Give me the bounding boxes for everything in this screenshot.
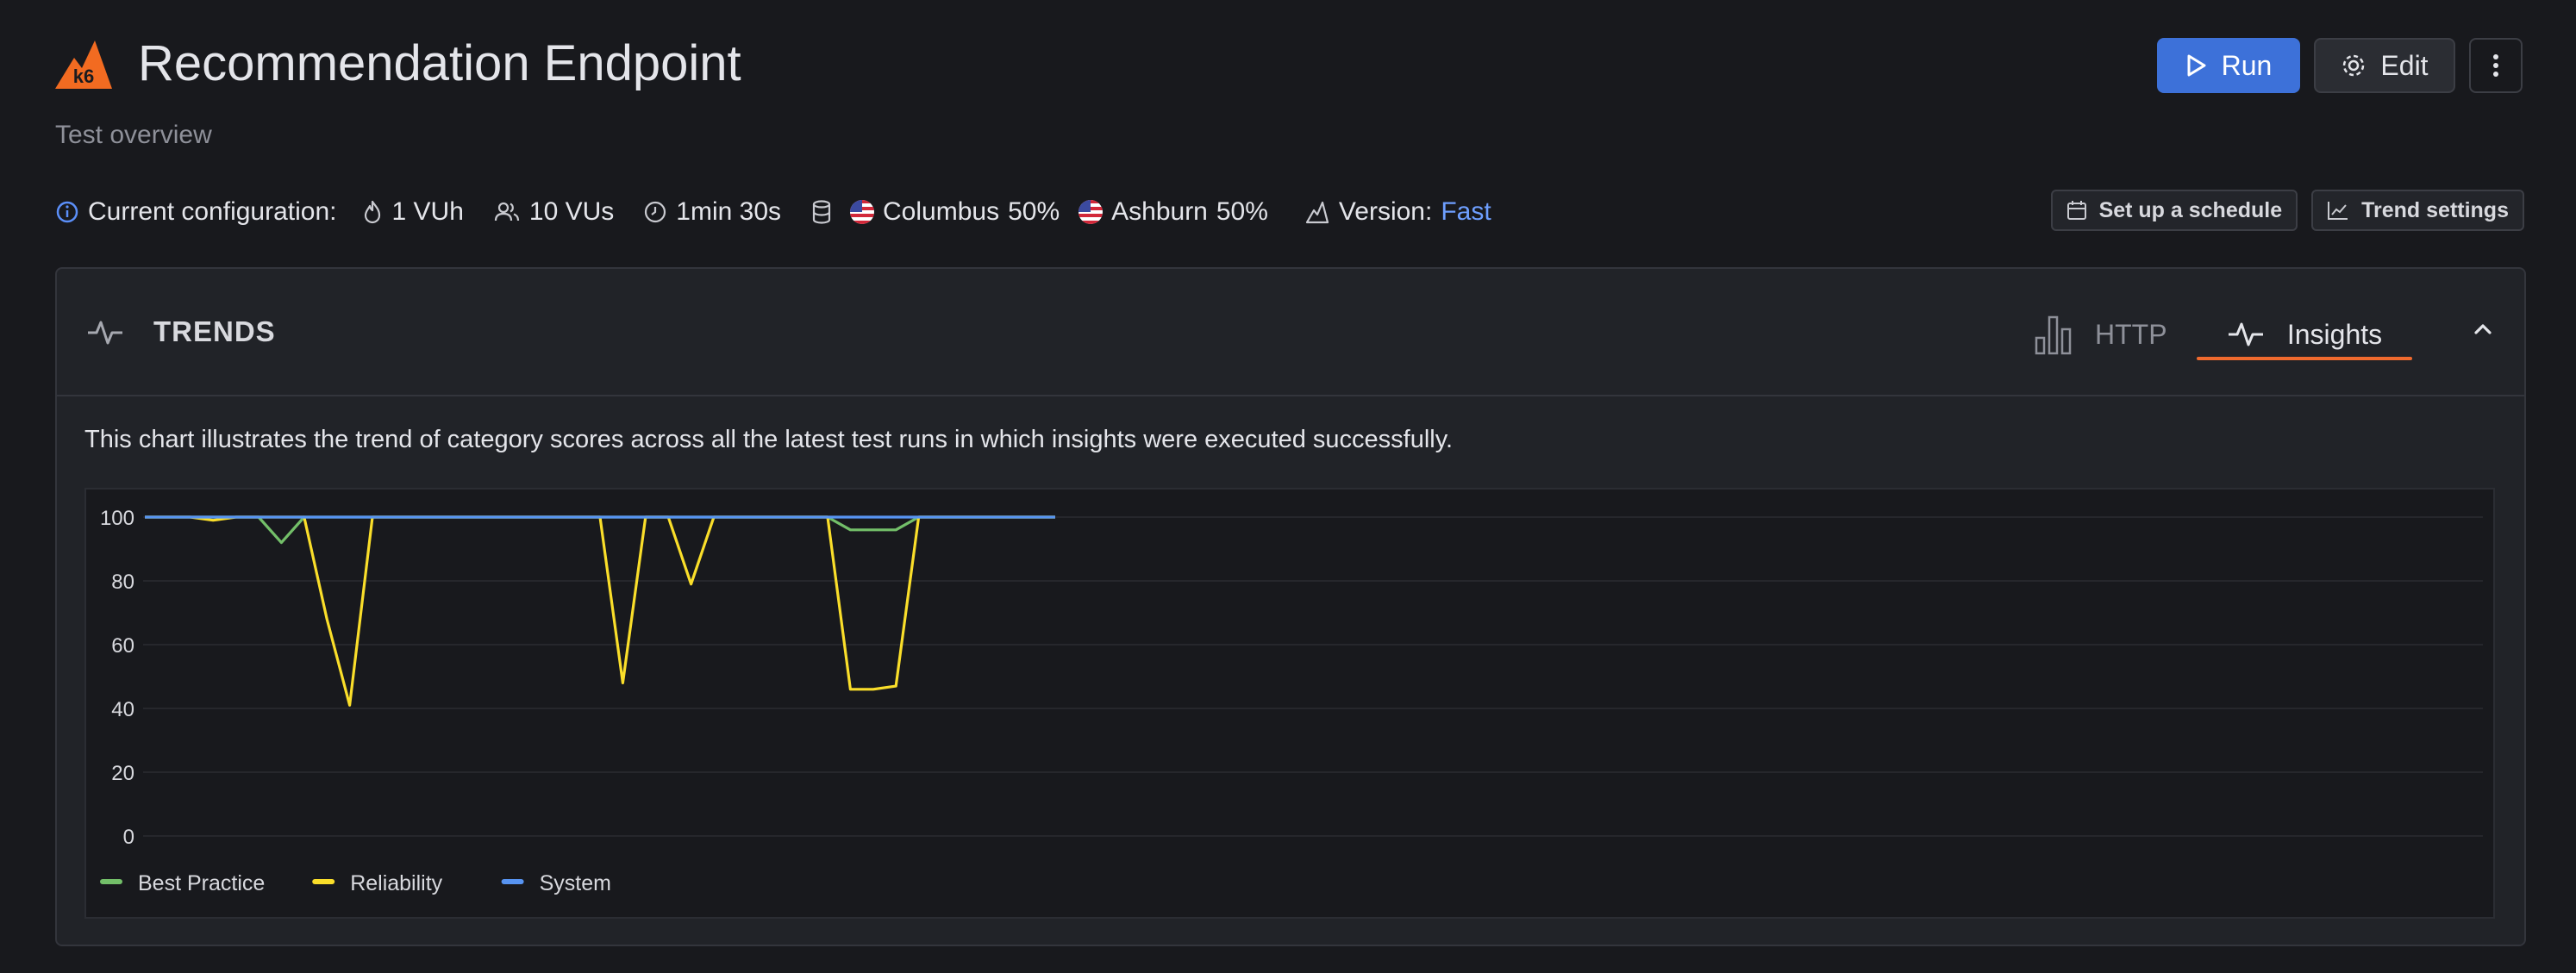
bar-chart-icon bbox=[2035, 315, 2072, 355]
tab-insights[interactable]: Insights bbox=[2197, 307, 2412, 362]
config-vuh-value: 1 VUh bbox=[391, 197, 464, 226]
svg-text:k6: k6 bbox=[73, 65, 94, 87]
flame-icon bbox=[364, 200, 380, 224]
tab-insights-label: Insights bbox=[2286, 318, 2383, 350]
location-columbus: Columbus 50% bbox=[850, 197, 1060, 227]
clock-icon bbox=[645, 201, 666, 223]
config-duration-value: 1min 30s bbox=[676, 197, 782, 226]
legend-label: Best Practice bbox=[138, 871, 265, 895]
config-duration: 1min 30s bbox=[643, 197, 781, 227]
more-options-button[interactable] bbox=[2469, 38, 2523, 93]
page-header: k6 Recommendation Endpoint bbox=[55, 34, 741, 92]
trend-settings-button[interactable]: Trend settings bbox=[2311, 190, 2524, 231]
config-vus: 10 VUs bbox=[493, 197, 614, 227]
location-share: 50% bbox=[1008, 197, 1060, 226]
database-icon bbox=[812, 200, 831, 224]
gear-icon bbox=[2343, 54, 2365, 77]
config-version: Version: Fast bbox=[1304, 197, 1491, 227]
tab-http[interactable]: HTTP bbox=[2035, 307, 2167, 362]
activity-icon bbox=[2228, 322, 2263, 346]
run-button[interactable]: Run bbox=[2157, 38, 2300, 93]
trend-settings-label: Trend settings bbox=[2361, 197, 2509, 222]
chevron-up-icon[interactable] bbox=[2471, 317, 2495, 341]
edit-button-label: Edit bbox=[2380, 49, 2429, 81]
legend-swatch bbox=[100, 879, 122, 884]
line-chart-icon bbox=[2328, 202, 2348, 220]
trends-panel: TRENDS HTTP Insights This chart illustra… bbox=[55, 267, 2526, 946]
tab-http-label: HTTP bbox=[2095, 318, 2167, 350]
trend-actions: Set up a schedule Trend settings bbox=[2050, 190, 2524, 231]
version-link[interactable]: Fast bbox=[1441, 197, 1491, 227]
page-title: Recommendation Endpoint bbox=[138, 35, 741, 91]
activity-icon bbox=[88, 321, 122, 345]
us-flag-icon bbox=[850, 200, 875, 224]
series-line-reliability bbox=[145, 515, 1055, 707]
location-ashburn: Ashburn 50% bbox=[1079, 197, 1268, 227]
legend-label: Reliability bbox=[350, 871, 442, 895]
location-name: Ashburn bbox=[1111, 197, 1208, 226]
legend-swatch bbox=[501, 879, 524, 884]
y-tick-label: 100 bbox=[100, 507, 134, 530]
y-tick-label: 0 bbox=[123, 826, 134, 849]
config-label: Current configuration: bbox=[88, 197, 337, 226]
config-label-group: Current configuration: bbox=[55, 197, 337, 227]
calendar-icon bbox=[2066, 201, 2086, 220]
config-vuh: 1 VUh bbox=[361, 197, 464, 227]
us-flag-icon bbox=[1079, 200, 1104, 224]
current-configuration: Current configuration: 1 VUh 10 VUs 1min… bbox=[55, 195, 1491, 229]
k6-logo: k6 bbox=[55, 40, 112, 89]
set-up-schedule-button[interactable]: Set up a schedule bbox=[2050, 190, 2298, 231]
panel-title: TRENDS bbox=[153, 315, 276, 347]
page-subtitle: Test overview bbox=[55, 121, 212, 149]
run-button-label: Run bbox=[2221, 49, 2273, 81]
legend-label: System bbox=[540, 871, 611, 895]
active-tab-indicator bbox=[2197, 357, 2412, 360]
info-icon bbox=[56, 201, 78, 223]
chart-svg: 0 20 40 60 80 100 Best Practice Reliability Syst… bbox=[100, 507, 2483, 895]
edit-button[interactable]: Edit bbox=[2314, 38, 2455, 93]
panel-description: This chart illustrates the trend of cate… bbox=[84, 426, 1454, 453]
config-load-zones bbox=[810, 199, 833, 225]
config-vus-value: 10 VUs bbox=[528, 197, 615, 226]
location-share: 50% bbox=[1216, 197, 1268, 226]
play-icon bbox=[2187, 54, 2206, 77]
location-name: Columbus bbox=[883, 197, 1000, 226]
users-icon bbox=[494, 202, 519, 221]
header-actions: Run Edit bbox=[2157, 38, 2523, 93]
y-tick-label: 40 bbox=[111, 698, 134, 721]
legend-swatch bbox=[312, 879, 335, 884]
set-up-schedule-label: Set up a schedule bbox=[2098, 197, 2283, 222]
kebab-menu-icon bbox=[2493, 54, 2498, 77]
version-label: Version: bbox=[1338, 197, 1433, 226]
k6-version-icon bbox=[1305, 201, 1329, 224]
y-tick-label: 80 bbox=[111, 571, 134, 594]
insights-trend-chart: 0 20 40 60 80 100 Best Practice Reliability Syst… bbox=[84, 488, 2495, 919]
trends-panel-header: TRENDS HTTP Insights bbox=[57, 269, 2524, 396]
y-tick-label: 20 bbox=[111, 762, 134, 785]
y-tick-label: 60 bbox=[111, 634, 134, 658]
